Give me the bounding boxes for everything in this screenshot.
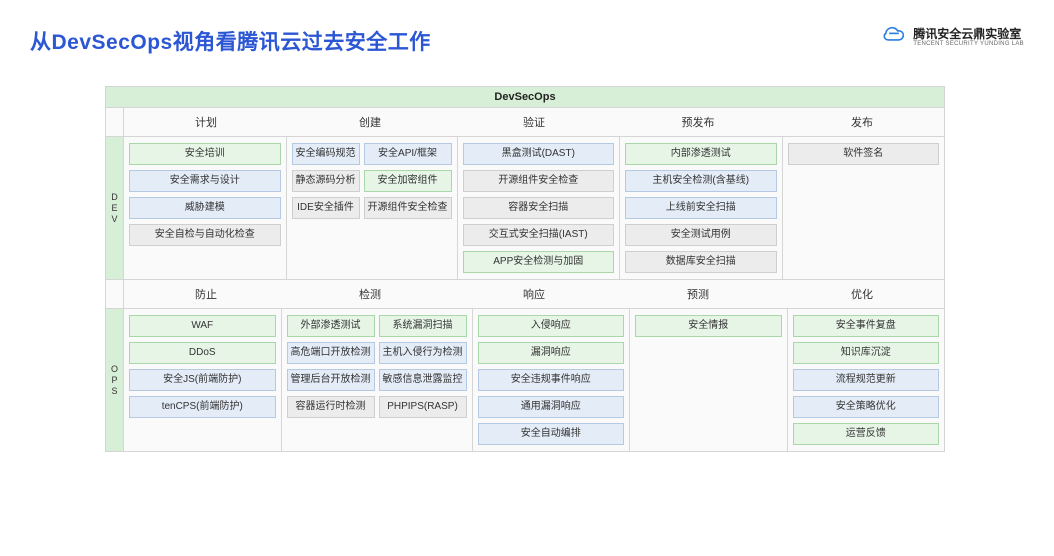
phase-prerelease: 预发布 xyxy=(616,108,780,136)
diagram-item: 开源组件安全检查 xyxy=(364,197,452,219)
diagram-item: 静态源码分析 xyxy=(292,170,360,192)
diagram-item: 入侵响应 xyxy=(478,315,625,337)
diagram-item: 上线前安全扫描 xyxy=(625,197,777,219)
dev-label: DEV xyxy=(106,137,124,279)
diagram-item: 安全策略优化 xyxy=(793,396,940,418)
diagram-item: 系统漏洞扫描 xyxy=(379,315,467,337)
diagram-item: 安全培训 xyxy=(129,143,281,165)
diagram-item: 管理后台开放检测 xyxy=(287,369,375,391)
diagram-item: tenCPS(前端防护) xyxy=(129,396,276,418)
diagram-item: 漏洞响应 xyxy=(478,342,625,364)
diagram-item: PHPIPS(RASP) xyxy=(379,396,467,418)
devsecops-diagram: DevSecOps 计划 创建 验证 预发布 发布 DEV 安全培训安全需求与设… xyxy=(105,86,945,452)
diagram-item: APP安全检测与加固 xyxy=(463,251,615,273)
diagram-item: 运营反馈 xyxy=(793,423,940,445)
diagram-item: DDoS xyxy=(129,342,276,364)
diagram-item: 交互式安全扫描(IAST) xyxy=(463,224,615,246)
diagram-item: 黑盒测试(DAST) xyxy=(463,143,615,165)
logo-text-en: TENCENT SECURITY YUNDING LAB xyxy=(913,41,1024,48)
ops-side-label-spacer xyxy=(106,280,124,308)
dev-side-label xyxy=(106,108,124,136)
diagram-item: 数据库安全扫描 xyxy=(625,251,777,273)
phase-plan: 计划 xyxy=(124,108,288,136)
cloud-shield-icon xyxy=(881,22,907,53)
diagram-item: 安全情报 xyxy=(635,315,782,337)
phase-prevent: 防止 xyxy=(124,280,288,308)
phase-verify: 验证 xyxy=(452,108,616,136)
diagram-item: 安全自检与自动化检查 xyxy=(129,224,281,246)
ops-label: OPS xyxy=(106,309,124,451)
diagram-item: 安全事件复盘 xyxy=(793,315,940,337)
diagram-item: 安全违规事件响应 xyxy=(478,369,625,391)
diagram-item: 安全JS(前端防护) xyxy=(129,369,276,391)
diagram-banner: DevSecOps xyxy=(106,87,944,108)
page-title: 从DevSecOps视角看腾讯云过去安全工作 xyxy=(30,26,431,56)
dev-row: DEV 安全培训安全需求与设计威胁建模安全自检与自动化检查 安全编码规范静态源码… xyxy=(106,137,944,280)
phase-detect: 检测 xyxy=(288,280,452,308)
phase-respond: 响应 xyxy=(452,280,616,308)
diagram-item: 流程规范更新 xyxy=(793,369,940,391)
diagram-item: 软件签名 xyxy=(788,143,940,165)
diagram-item: 主机安全检测(含基线) xyxy=(625,170,777,192)
phase-release: 发布 xyxy=(780,108,944,136)
diagram-item: 高危端口开放检测 xyxy=(287,342,375,364)
diagram-item: 通用漏洞响应 xyxy=(478,396,625,418)
phase-predict: 预测 xyxy=(616,280,780,308)
logo-text-cn: 腾讯安全云鼎实验室 xyxy=(913,28,1024,41)
diagram-item: WAF xyxy=(129,315,276,337)
diagram-item: 开源组件安全检查 xyxy=(463,170,615,192)
diagram-item: 安全API/框架 xyxy=(364,143,452,165)
diagram-item: 安全加密组件 xyxy=(364,170,452,192)
diagram-item: 外部渗透测试 xyxy=(287,315,375,337)
diagram-item: 主机入侵行为检测 xyxy=(379,342,467,364)
phase-optimize: 优化 xyxy=(780,280,944,308)
phase-create: 创建 xyxy=(288,108,452,136)
diagram-item: IDE安全插件 xyxy=(292,197,360,219)
diagram-item: 内部渗透测试 xyxy=(625,143,777,165)
ops-row: OPS WAF DDoS 安全JS(前端防护) tenCPS(前端防护) 外部渗透测试… xyxy=(106,309,944,451)
diagram-item: 安全测试用例 xyxy=(625,224,777,246)
diagram-item: 敏感信息泄露监控 xyxy=(379,369,467,391)
diagram-item: 安全编码规范 xyxy=(292,143,360,165)
dev-header-row: 计划 创建 验证 预发布 发布 xyxy=(106,108,944,137)
diagram-item: 容器安全扫描 xyxy=(463,197,615,219)
ops-header-row: 防止 检测 响应 预测 优化 xyxy=(106,280,944,309)
diagram-item: 知识库沉淀 xyxy=(793,342,940,364)
diagram-item: 容器运行时检测 xyxy=(287,396,375,418)
diagram-item: 威胁建模 xyxy=(129,197,281,219)
diagram-item: 安全需求与设计 xyxy=(129,170,281,192)
brand-logo: 腾讯安全云鼎实验室 TENCENT SECURITY YUNDING LAB xyxy=(881,22,1024,53)
diagram-item: 安全自动编排 xyxy=(478,423,625,445)
